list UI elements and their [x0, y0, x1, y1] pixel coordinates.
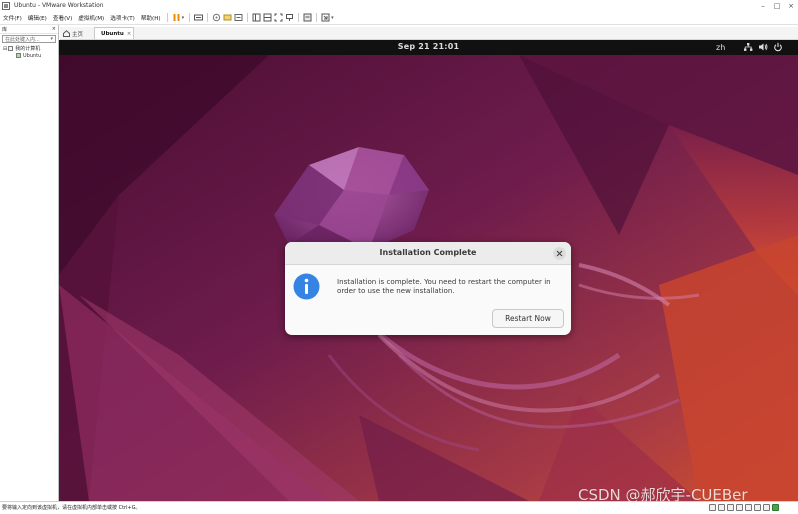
computer-icon	[8, 46, 14, 51]
language-indicator[interactable]: zh	[716, 43, 725, 52]
collapse-icon[interactable]: ⊟	[3, 46, 7, 52]
tab-close-button[interactable]: ×	[127, 31, 132, 37]
network-icon[interactable]	[743, 42, 753, 52]
vm-icon	[16, 53, 21, 58]
fullscreen-icon[interactable]	[274, 13, 283, 22]
restart-now-button[interactable]: Restart Now	[492, 309, 564, 328]
menu-vm[interactable]: 虚拟机(M)	[75, 14, 107, 22]
maximize-button[interactable]: □	[770, 2, 784, 10]
gnome-top-bar: Sep 21 21:01 zh	[59, 40, 798, 55]
vm-display[interactable]: Sep 21 21:01 zh Installation Complete In…	[59, 40, 798, 501]
home-icon	[63, 30, 70, 37]
unity-icon[interactable]	[285, 13, 294, 22]
minimize-button[interactable]: –	[756, 2, 770, 10]
tree-item-label: Ubuntu	[23, 52, 42, 59]
toolbar-separator	[189, 13, 191, 22]
send-ctrl-alt-del-icon[interactable]	[194, 13, 204, 22]
dialog-message: Installation is complete. You need to re…	[337, 277, 551, 295]
vmware-icon	[2, 1, 10, 10]
tree-item-ubuntu[interactable]: Ubuntu	[0, 52, 58, 59]
stretch-view-icon[interactable]	[321, 13, 330, 22]
tree-item-label: 我的计算机	[15, 46, 41, 52]
device-icons	[709, 504, 779, 511]
window-title: Ubuntu - VMware Workstation	[14, 2, 104, 9]
library-header: 库 ×	[0, 25, 58, 34]
chevron-down-icon[interactable]: ▾	[50, 36, 53, 42]
chevron-down-icon[interactable]: ▾	[331, 15, 334, 21]
toolbar-separator	[247, 13, 249, 22]
snapshot-manager-icon[interactable]	[234, 13, 243, 22]
menu-help[interactable]: 帮助(H)	[138, 14, 164, 22]
close-icon	[556, 250, 563, 257]
toolbar-separator	[166, 13, 168, 22]
tree-item-my-computer[interactable]: ⊟ 我的计算机	[0, 45, 58, 53]
chevron-down-icon[interactable]: ▾	[182, 15, 185, 21]
toolbar-separator	[207, 13, 209, 22]
menu-view[interactable]: 查看(V)	[50, 14, 75, 22]
thumbnail-view-icon[interactable]	[263, 13, 272, 22]
volume-icon[interactable]	[758, 42, 768, 52]
installation-complete-dialog: Installation Complete Installation is co…	[285, 242, 571, 335]
tab-strip: 主页 Ubuntu ×	[60, 27, 798, 40]
console-view-icon[interactable]	[303, 13, 312, 22]
power-icon[interactable]	[773, 42, 783, 52]
gnome-clock[interactable]: Sep 21 21:01	[59, 42, 798, 51]
library-view-icon[interactable]	[252, 13, 261, 22]
printer-icon[interactable]	[754, 504, 761, 511]
dialog-title: Installation Complete	[379, 248, 477, 257]
watermark-text: CSDN @郝欣宇-CUEBer	[578, 486, 748, 504]
hard-disk-icon[interactable]	[709, 504, 716, 511]
display-icon[interactable]	[763, 504, 770, 511]
usb-icon[interactable]	[736, 504, 743, 511]
tab-ubuntu[interactable]: Ubuntu ×	[94, 27, 134, 39]
library-title: 库	[2, 26, 8, 33]
pause-icon[interactable]	[172, 13, 181, 22]
library-panel: 库 × 在此处键入内... ▾ ⊟ 我的计算机 Ubuntu	[0, 25, 59, 501]
library-search-input[interactable]: 在此处键入内... ▾	[2, 35, 56, 43]
tab-home-label: 主页	[72, 31, 84, 38]
sound-card-icon[interactable]	[745, 504, 752, 511]
vmware-workstation-window: Ubuntu - VMware Workstation – □ × 文件(F) …	[0, 0, 798, 514]
revert-snapshot-icon[interactable]	[223, 13, 232, 22]
close-button[interactable]: ×	[784, 2, 798, 10]
title-bar: Ubuntu - VMware Workstation – □ ×	[0, 0, 798, 11]
library-close-button[interactable]: ×	[52, 26, 56, 32]
dialog-close-button[interactable]	[553, 247, 566, 260]
vm-status-icon[interactable]	[772, 504, 779, 511]
library-search-placeholder: 在此处键入内...	[5, 36, 40, 43]
menu-bar: 文件(F) 编辑(E) 查看(V) 虚拟机(M) 选项卡(T) 帮助(H) ▾ …	[0, 11, 798, 25]
menu-file[interactable]: 文件(F)	[0, 14, 25, 22]
toolbar-separator	[316, 13, 318, 22]
cd-rom-icon[interactable]	[718, 504, 725, 511]
snapshot-icon[interactable]	[212, 13, 221, 22]
toolbar-separator	[298, 13, 300, 22]
tab-ubuntu-label: Ubuntu	[101, 30, 124, 37]
info-icon	[293, 273, 320, 300]
status-message: 要将输入定向到该虚拟机，请在虚拟机内部单击或按 Ctrl+G。	[2, 505, 141, 511]
system-tray[interactable]	[743, 42, 783, 52]
tab-home[interactable]: 主页	[60, 28, 94, 39]
library-tree: ⊟ 我的计算机 Ubuntu	[0, 45, 58, 59]
dialog-header: Installation Complete	[285, 242, 571, 265]
menu-edit[interactable]: 编辑(E)	[25, 14, 50, 22]
menu-tabs[interactable]: 选项卡(T)	[107, 14, 138, 22]
network-adapter-icon[interactable]	[727, 504, 734, 511]
